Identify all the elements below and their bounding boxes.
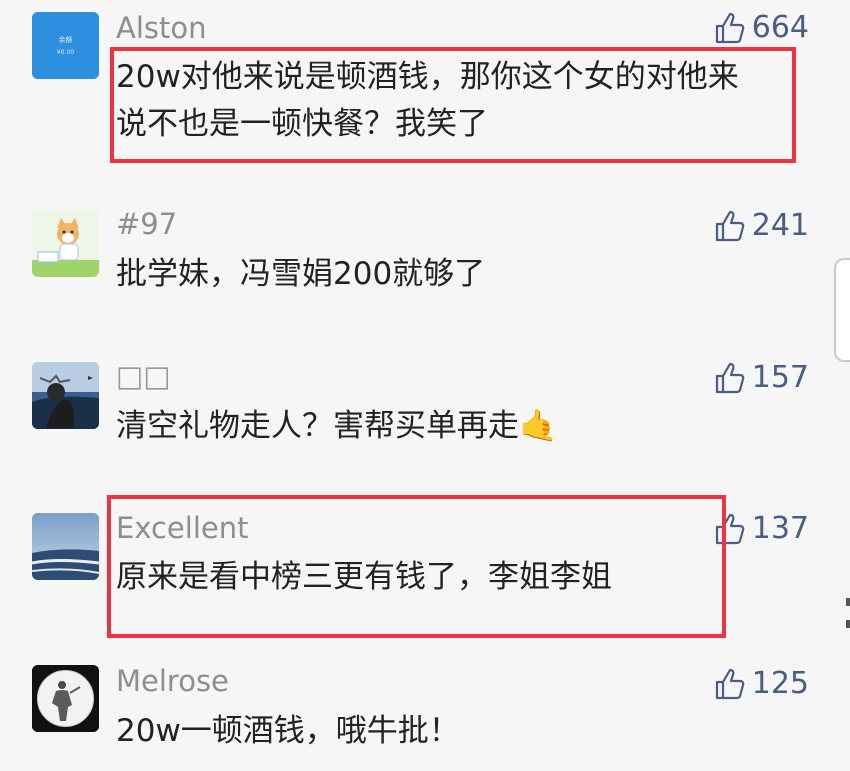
comment-item: □□ 157 清空礼物走人？害帮买单再走🤙 [0,352,835,492]
like-count: 241 [751,208,809,243]
avatar[interactable] [32,210,99,277]
like-button[interactable]: 157 [712,359,809,397]
comment-text-line: 20w一顿酒钱，哦牛批！ [116,713,460,749]
like-count: 137 [751,511,809,546]
comment-item: Excellent 137 原来是看中榜三更有钱了，李姐李姐 [0,503,835,643]
comment-username[interactable]: Excellent [116,512,248,544]
like-count: 664 [751,10,809,45]
comment-item: Melrose 125 20w一顿酒钱，哦牛批！ [0,655,835,771]
thumbs-up-icon [715,210,745,242]
comment-text-line: 批学妹，冯雪娟200就够了 [116,256,486,292]
like-button[interactable]: 137 [712,510,809,548]
like-count: 157 [751,360,809,395]
avatar[interactable]: 余额 ¥0.00 [32,12,99,79]
comment-text-line: 20w对他来说是顿酒钱，那你这个女的对他来 [116,59,739,95]
like-button[interactable]: 125 [712,665,809,703]
comment-text-line: 说不也是一顿快餐？我笑了 [116,106,488,142]
avatar[interactable] [32,665,99,732]
comment-text: 清空礼物走人？害帮买单再走 [116,408,519,444]
comment-text-line: 原来是看中榜三更有钱了，李姐李姐 [116,559,612,595]
comment-item: 余额 ¥0.00 Alston 664 20w对他来说是顿酒钱，那你这个女的对他… [0,0,835,190]
like-button[interactable]: 664 [712,9,809,47]
balance-amount: ¥0.00 [57,49,74,56]
avatar[interactable] [32,513,99,580]
comment-username[interactable]: #97 [116,208,177,240]
call-me-hand-emoji: 🤙 [519,408,558,444]
edge-marker [846,598,850,606]
like-button[interactable]: 241 [712,207,809,245]
avatar[interactable] [32,362,99,429]
thumbs-up-icon [715,362,745,394]
edge-marker [846,620,850,628]
comment-list: 余额 ¥0.00 Alston 664 20w对他来说是顿酒钱，那你这个女的对他… [0,0,850,771]
comment-text-line: 清空礼物走人？害帮买单再走🤙 [116,403,558,449]
thumbs-up-icon [715,12,745,44]
like-count: 125 [751,666,809,701]
comment-username[interactable]: Alston [116,12,207,44]
thumbs-up-icon [715,668,745,700]
comment-username[interactable]: □□ [116,360,171,392]
comment-item: #97 241 批学妹，冯雪娟200就够了 [0,200,835,340]
comment-username[interactable]: Melrose [116,665,229,697]
balance-label: 余额 [59,35,73,44]
thumbs-up-icon [715,513,745,545]
side-floating-tab[interactable] [834,258,850,362]
